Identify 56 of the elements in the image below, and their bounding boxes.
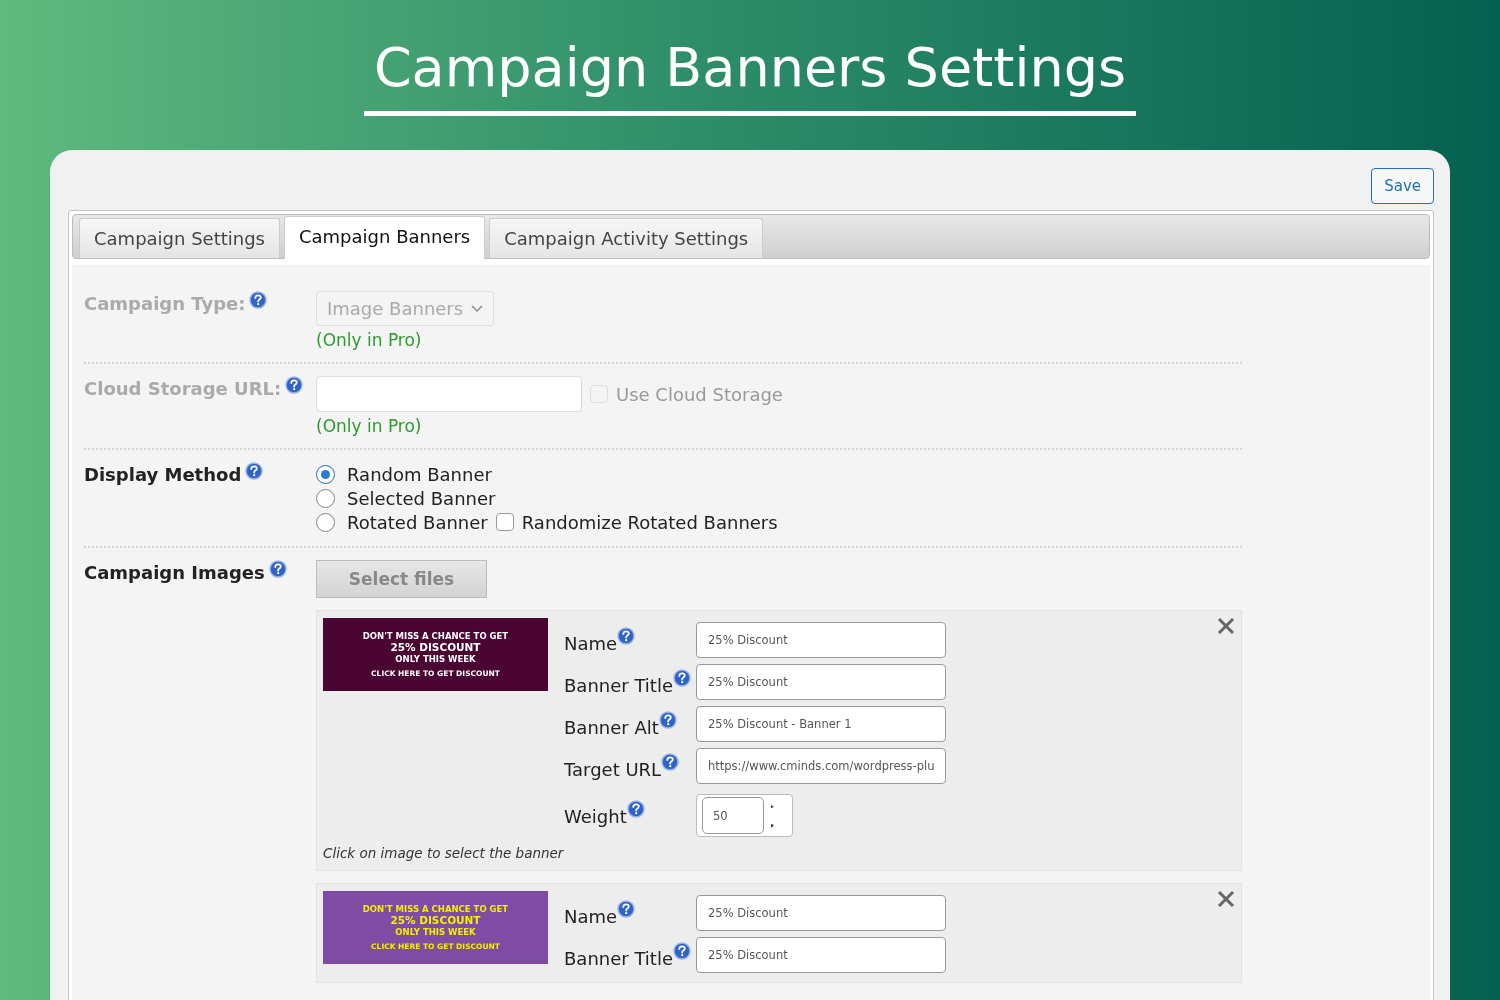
save-button[interactable]: Save <box>1371 168 1434 204</box>
field-label: Name <box>564 904 618 927</box>
field-label: Campaign Images <box>84 561 265 583</box>
banner-caption: Click on image to select the banner <box>323 845 565 861</box>
tab[interactable]: Campaign Activity Settings <box>489 218 764 258</box>
tab[interactable]: Campaign Settings <box>79 218 280 258</box>
pro-note: (Only in Pro) <box>316 416 423 436</box>
field-label: Campaign Type: <box>84 292 246 314</box>
checkbox-label: Use Cloud Storage <box>616 383 783 405</box>
text-field[interactable]: 25% Discount <box>696 622 946 658</box>
field-label: Banner Title <box>564 946 673 969</box>
field-label: Banner Alt <box>564 715 659 738</box>
help-icon[interactable] <box>672 668 691 687</box>
radio-button[interactable] <box>316 512 335 532</box>
field-label: Display Method <box>84 463 242 485</box>
help-icon[interactable] <box>617 626 636 645</box>
page-title: Campaign Banners Settings <box>363 40 1137 116</box>
pro-note: (Only in Pro) <box>316 330 423 350</box>
field-label: Name <box>564 631 618 654</box>
help-icon[interactable] <box>249 291 268 309</box>
text-field[interactable]: 25% Discount - Banner 1 <box>696 706 946 742</box>
text-field[interactable]: https://www.cminds.com/wordpress-plu <box>696 748 946 784</box>
chevron-icon <box>471 304 484 313</box>
help-icon[interactable] <box>245 462 264 480</box>
help-icon[interactable] <box>285 376 304 394</box>
help-icon[interactable] <box>268 560 287 578</box>
help-icon[interactable] <box>617 899 636 918</box>
tab[interactable]: Campaign Banners <box>284 216 486 259</box>
radio-label: Random Banner <box>347 463 492 485</box>
close-icon[interactable] <box>1217 617 1235 635</box>
help-icon[interactable] <box>658 710 677 729</box>
text-field[interactable]: 25% Discount <box>696 664 946 700</box>
banner-text: ONLY THIS WEEK <box>395 927 476 938</box>
help-icon[interactable] <box>661 752 680 771</box>
banner-text: 25% DISCOUNT <box>390 641 481 655</box>
checkbox-label: Randomize Rotated Banners <box>521 511 778 533</box>
radio-button[interactable] <box>316 488 335 508</box>
close-icon[interactable] <box>1217 890 1235 908</box>
banner-text: ONLY THIS WEEK <box>395 654 476 665</box>
banner-text: DON'T MISS A CHANCE TO GET <box>362 903 509 915</box>
field-label: Target URL <box>564 757 662 780</box>
field-label: Banner Title <box>564 673 673 696</box>
checkbox[interactable] <box>495 513 514 531</box>
help-icon[interactable] <box>672 941 691 960</box>
field-label: Weight <box>564 805 627 827</box>
text-field[interactable]: 25% Discount <box>696 937 946 973</box>
cloud-storage-url-field[interactable] <box>316 376 582 412</box>
weight-spinner[interactable]: 50 <box>696 794 793 837</box>
field-label: Cloud Storage URL: <box>84 377 282 399</box>
banner-text: 25% DISCOUNT <box>390 914 481 928</box>
help-icon[interactable] <box>626 800 645 818</box>
radio-label: Rotated Banner <box>347 511 488 533</box>
radio-label: Selected Banner <box>347 487 496 509</box>
text-field[interactable]: 25% Discount <box>696 895 946 931</box>
radio-button[interactable] <box>316 464 335 484</box>
banner-text: DON'T MISS A CHANCE TO GET <box>362 630 509 642</box>
